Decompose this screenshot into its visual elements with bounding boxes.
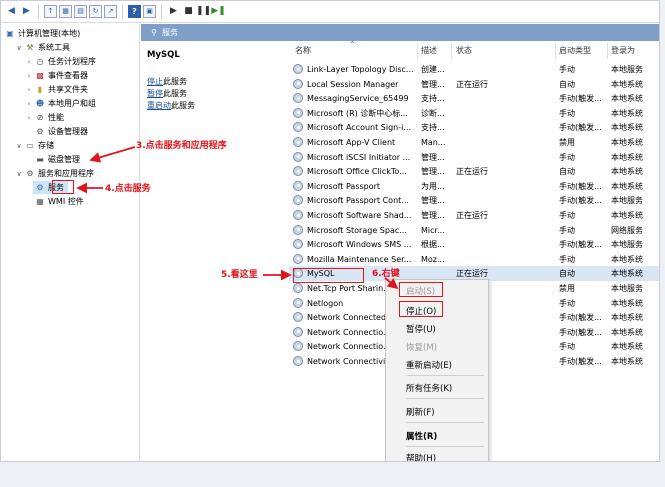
arrow-step3	[89, 146, 136, 163]
annotation-arrows	[76, 146, 399, 290]
computer-management-window: ◀ ▶ ↑ ▦ ▤ ↻ ↗ ? ▣ ▶ ■ ❚❚ ▶❚ ▣ 计算机管理(本地) …	[0, 0, 660, 462]
arrow-step6	[384, 277, 399, 290]
